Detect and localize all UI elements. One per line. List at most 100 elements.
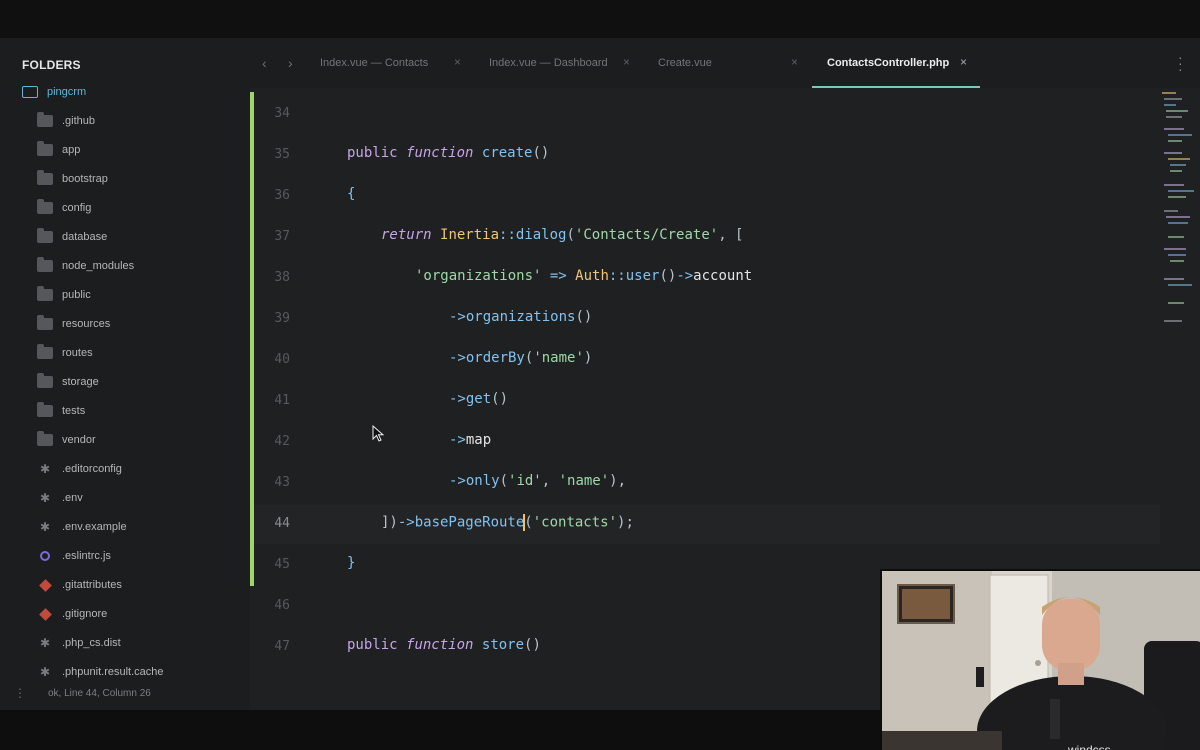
tree-item[interactable]: ✱ .editorconfig [37,459,122,479]
tree-item-label: .editorconfig [62,463,122,475]
tree-item[interactable]: tests [37,401,85,421]
status-bar: ⋮ ok, Line 44, Column 26 [0,686,250,704]
minimap-line [1164,320,1182,322]
tree-item[interactable]: public [37,285,91,305]
sidebar-header: FOLDERS [22,58,81,72]
tree-item[interactable]: ✱ .env.example [37,517,127,537]
tree-item[interactable]: node_modules [37,256,134,276]
code-line-45: } [347,555,356,571]
code-line-37: return Inertia::dialog('Contacts/Create'… [381,227,744,243]
tree-item[interactable]: routes [37,343,93,363]
eslint-icon [40,551,50,561]
folder-open-icon [22,86,38,98]
tree-item-label: .eslintrc.js [62,550,111,562]
close-icon[interactable]: × [454,55,461,69]
tree-item-label: database [62,231,108,243]
close-icon[interactable]: × [791,55,798,69]
tree-item-label: public [62,289,91,301]
status-menu-icon[interactable]: ⋮ [14,686,26,700]
minimap-line [1166,116,1182,118]
tree-item-label: node_modules [62,260,135,272]
tree-item[interactable]: ✱ .env [37,488,83,508]
line-number: 46 [274,598,290,613]
folder-icon [37,228,53,243]
tree-item[interactable]: bootstrap [37,169,108,189]
line-number: 42 [274,434,290,449]
minimap-line [1164,248,1186,250]
tree-item[interactable]: vendor [37,430,96,450]
tree-item[interactable]: database [37,227,107,247]
tree-item[interactable]: config [37,198,91,218]
close-icon[interactable]: × [960,55,967,69]
minimap-line [1168,196,1186,198]
tree-item[interactable]: .gitignore [37,604,107,624]
tree-root-folder[interactable]: pingcrm [22,82,86,102]
minimap-line [1168,254,1186,256]
tree-item-label: storage [62,376,99,388]
tree-item[interactable]: storage [37,372,99,392]
tree-item-label: .env.example [62,521,127,533]
minimap[interactable] [1160,88,1200,368]
line-number: 35 [274,147,290,162]
tree-item-label: bootstrap [62,173,108,185]
minimap-line [1168,222,1188,224]
tab-label: Index.vue — Contacts [320,57,429,69]
file-star-icon: ✱ [39,462,51,476]
folder-icon [37,141,53,156]
minimap-line [1168,140,1182,142]
tree-item[interactable]: app [37,140,80,160]
tree-item[interactable]: .github [37,111,95,131]
file-star-icon: ✱ [39,636,51,650]
close-icon[interactable]: × [623,55,630,69]
tree-item[interactable]: ✱ .phpunit.result.cache [37,662,164,682]
more-options-icon[interactable]: · · · [1178,50,1183,76]
webcam-video-frame: windcss [882,571,1200,750]
code-line-44: ])->basePageRoute('contacts'); [381,514,634,531]
tab-contacts-controller[interactable]: ContactsController.php × [812,38,980,88]
code-line-38: 'organizations' => Auth::user()->account [415,268,753,284]
minimap-line [1164,128,1184,130]
minimap-line [1168,302,1184,304]
folder-icon [37,431,53,446]
tab-create[interactable]: Create.vue × [658,38,808,88]
tree-item[interactable]: .eslintrc.js [37,546,111,566]
line-number: 37 [274,229,290,244]
line-number: 41 [274,393,290,408]
minimap-line [1166,216,1190,218]
minimap-line [1168,236,1184,238]
line-number: 45 [274,557,290,572]
file-star-icon: ✱ [39,520,51,534]
line-number: 43 [274,475,290,490]
chevron-right-icon[interactable]: › [288,55,293,71]
tree-item-label: .php_cs.dist [62,637,121,649]
tab-bar: ‹ › Index.vue — Contacts × Index.vue — D… [250,38,1200,88]
folder-icon [37,170,53,185]
tree-item-label: .phpunit.result.cache [62,666,164,678]
tab-label: Index.vue — Dashboard [489,57,608,69]
tree-item-label: vendor [62,434,96,446]
folder-icon [37,315,53,330]
line-number: 34 [274,106,290,121]
webcam-overlay: windcss [880,569,1200,750]
code-line-35: public function create() [347,145,550,161]
folder-icon [37,286,53,301]
tab-label: ContactsController.php [827,57,950,69]
minimap-line [1164,104,1176,106]
minimap-line [1162,92,1176,94]
code-line-39: ->organizations() [449,309,593,325]
tab-label: Create.vue [658,57,712,69]
chevron-left-icon[interactable]: ‹ [262,55,267,71]
minimap-line [1166,110,1188,112]
minimap-line [1164,152,1182,154]
sidebar: FOLDERS pingcrm .github app bootstrap co… [0,38,250,710]
tree-item[interactable]: resources [37,314,110,334]
tab-index-dashboard[interactable]: Index.vue — Dashboard × [489,38,649,88]
tree-item[interactable]: .gitattributes [37,575,122,595]
minimap-line [1168,284,1192,286]
git-icon [39,578,52,592]
tree-item-label: resources [62,318,111,330]
tree-item[interactable]: ✱ .php_cs.dist [37,633,121,653]
folder-icon [37,257,53,272]
tab-index-contacts[interactable]: Index.vue — Contacts × [320,38,480,88]
tree-item-label: .github [62,115,96,127]
